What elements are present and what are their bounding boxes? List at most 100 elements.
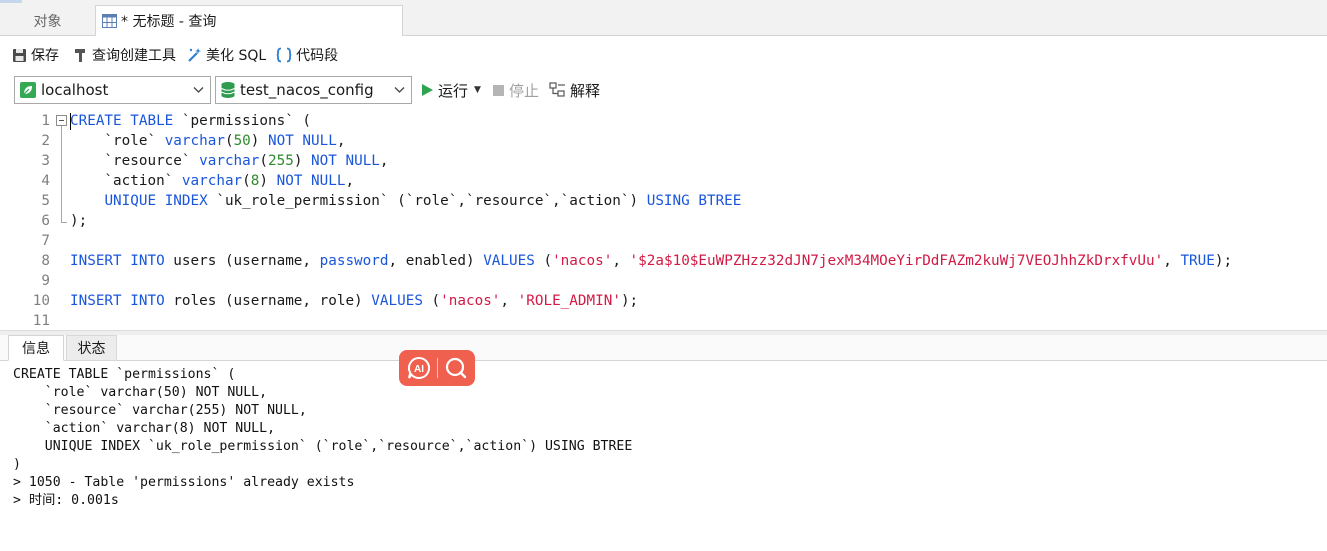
- code-token: ,: [345, 173, 355, 189]
- code-line[interactable]: 3 `resource` varchar(255) NOT NULL,: [0, 151, 1327, 171]
- code-token: 'nacos': [552, 253, 613, 269]
- query-builder-button[interactable]: 查询创建工具: [73, 45, 176, 65]
- code-token: NOT NULL: [268, 133, 337, 149]
- code-token: (: [242, 173, 251, 189]
- code-token: VALUES: [371, 293, 423, 309]
- output-line: `role` varchar(50) NOT NULL,: [13, 385, 268, 400]
- output-line: > 1050 - Table 'permissions' already exi…: [13, 475, 355, 490]
- tab-status[interactable]: 状态: [66, 335, 117, 361]
- line-number: 11: [32, 313, 50, 329]
- code-token: ,: [1163, 253, 1181, 269]
- database-select[interactable]: test_nacos_config: [215, 76, 412, 104]
- code-token: ): [250, 133, 268, 149]
- main-toolbar: 保存 查询创建工具 美化 SQL 代码段: [0, 37, 1327, 73]
- search-icon[interactable]: [444, 356, 468, 380]
- line-number: 5: [41, 193, 50, 209]
- connection-select[interactable]: localhost: [14, 76, 211, 104]
- code-text: CREATE TABLE `permissions` (: [70, 111, 311, 131]
- chevron-down-icon: [193, 87, 204, 93]
- code-token: `uk_role_permission` (`role`,`resource`,…: [207, 193, 647, 209]
- tab-query[interactable]: * 无标题 - 查询: [95, 5, 403, 36]
- code-token: ,: [500, 293, 518, 309]
- explain-button[interactable]: 解释: [549, 78, 600, 102]
- code-token: UNIQUE INDEX: [104, 193, 208, 209]
- code-line[interactable]: 9: [0, 271, 1327, 291]
- line-number: 2: [41, 133, 50, 149]
- code-token: (: [534, 253, 553, 269]
- sql-editor[interactable]: 1 CREATE TABLE `permissions` (2 `role` va…: [0, 110, 1327, 330]
- code-token: (: [259, 153, 268, 169]
- code-line[interactable]: 10 INSERT INTO roles (username, role) VAL…: [0, 291, 1327, 311]
- code-token: );: [620, 293, 639, 309]
- code-text: `role` varchar(50) NOT NULL,: [70, 131, 345, 151]
- tab-bar: 对象 * 无标题 - 查询: [0, 0, 1327, 36]
- tab-query-label: * 无标题 - 查询: [121, 14, 217, 30]
- code-token: `action`: [70, 173, 182, 189]
- code-text: UNIQUE INDEX `uk_role_permission` (`role…: [70, 191, 741, 211]
- database-value: test_nacos_config: [240, 81, 374, 99]
- code-line[interactable]: 11: [0, 311, 1327, 331]
- code-token: ,: [336, 133, 346, 149]
- code-text: `action` varchar(8) NOT NULL,: [70, 171, 354, 191]
- code-token: 50: [233, 133, 251, 149]
- code-text: INSERT INTO roles (username, role) VALUE…: [70, 291, 638, 311]
- code-line[interactable]: 4 `action` varchar(8) NOT NULL,: [0, 171, 1327, 191]
- leaf-icon: [20, 82, 36, 98]
- code-snippet-button[interactable]: 代码段: [276, 45, 338, 65]
- code-token: INSERT INTO: [70, 253, 165, 269]
- line-number: 10: [32, 293, 50, 309]
- ai-icon[interactable]: AI: [406, 355, 432, 381]
- fold-guide: [61, 126, 62, 223]
- braces-icon: [276, 47, 292, 63]
- code-line[interactable]: 6);: [0, 211, 1327, 231]
- code-token: CREATE TABLE: [70, 113, 174, 129]
- fold-guide-end: [61, 222, 67, 223]
- code-token: (: [224, 133, 234, 149]
- code-line[interactable]: 5 UNIQUE INDEX `uk_role_permission` (`ro…: [0, 191, 1327, 211]
- tab-info[interactable]: 信息: [8, 335, 64, 361]
- text-caret: [70, 113, 71, 130]
- stop-label: 停止: [509, 81, 540, 100]
- output-line: ): [13, 457, 21, 472]
- code-line[interactable]: 2 `role` varchar(50) NOT NULL,: [0, 131, 1327, 151]
- line-number: 4: [41, 173, 50, 189]
- chevron-down-icon: [394, 87, 405, 93]
- code-token: `permissions` (: [173, 113, 312, 129]
- output-line: > 时间: 0.001s: [13, 493, 119, 508]
- code-token: roles (username, role): [164, 293, 372, 309]
- line-number: 9: [41, 273, 50, 289]
- save-icon: [13, 48, 26, 62]
- code-token: 255: [268, 153, 294, 169]
- code-text: INSERT INTO users (username, password, e…: [70, 251, 1232, 271]
- ai-assistant-widget[interactable]: AI: [399, 350, 475, 386]
- code-token: varchar: [164, 133, 225, 149]
- code-line[interactable]: 7: [0, 231, 1327, 251]
- run-dropdown-icon[interactable]: ▼: [474, 85, 481, 95]
- code-line[interactable]: 8 INSERT INTO users (username, password, …: [0, 251, 1327, 271]
- code-text: );: [70, 211, 87, 231]
- line-number: 6: [41, 213, 50, 229]
- code-token: password: [319, 253, 389, 269]
- code-token: TRUE: [1180, 253, 1215, 269]
- tab-info-label: 信息: [22, 341, 50, 357]
- connection-value: localhost: [41, 81, 109, 99]
- stop-button[interactable]: 停止: [492, 78, 539, 102]
- run-button[interactable]: 运行 ▼: [421, 78, 481, 102]
- fold-toggle-icon[interactable]: [56, 115, 67, 126]
- stop-icon: [493, 84, 504, 96]
- code-token: '$2a$10$EuWPZHzz32dJN7jexM34MOeYirDdFAZm…: [629, 253, 1164, 269]
- svg-text:AI: AI: [414, 364, 424, 375]
- beautify-sql-button[interactable]: 美化 SQL: [186, 45, 266, 65]
- line-number: 8: [41, 253, 50, 269]
- widget-separator: [437, 358, 439, 378]
- output-line: `resource` varchar(255) NOT NULL,: [13, 403, 307, 418]
- code-line[interactable]: 1 CREATE TABLE `permissions` (: [0, 111, 1327, 131]
- line-number: 1: [41, 113, 50, 129]
- tab-objects[interactable]: 对象: [0, 5, 95, 36]
- table-query-icon: [102, 14, 117, 28]
- code-token: ): [259, 173, 277, 189]
- code-text: `resource` varchar(255) NOT NULL,: [70, 151, 388, 171]
- save-button[interactable]: 保存: [12, 45, 59, 65]
- line-number: 3: [41, 153, 50, 169]
- code-token: `resource`: [70, 153, 200, 169]
